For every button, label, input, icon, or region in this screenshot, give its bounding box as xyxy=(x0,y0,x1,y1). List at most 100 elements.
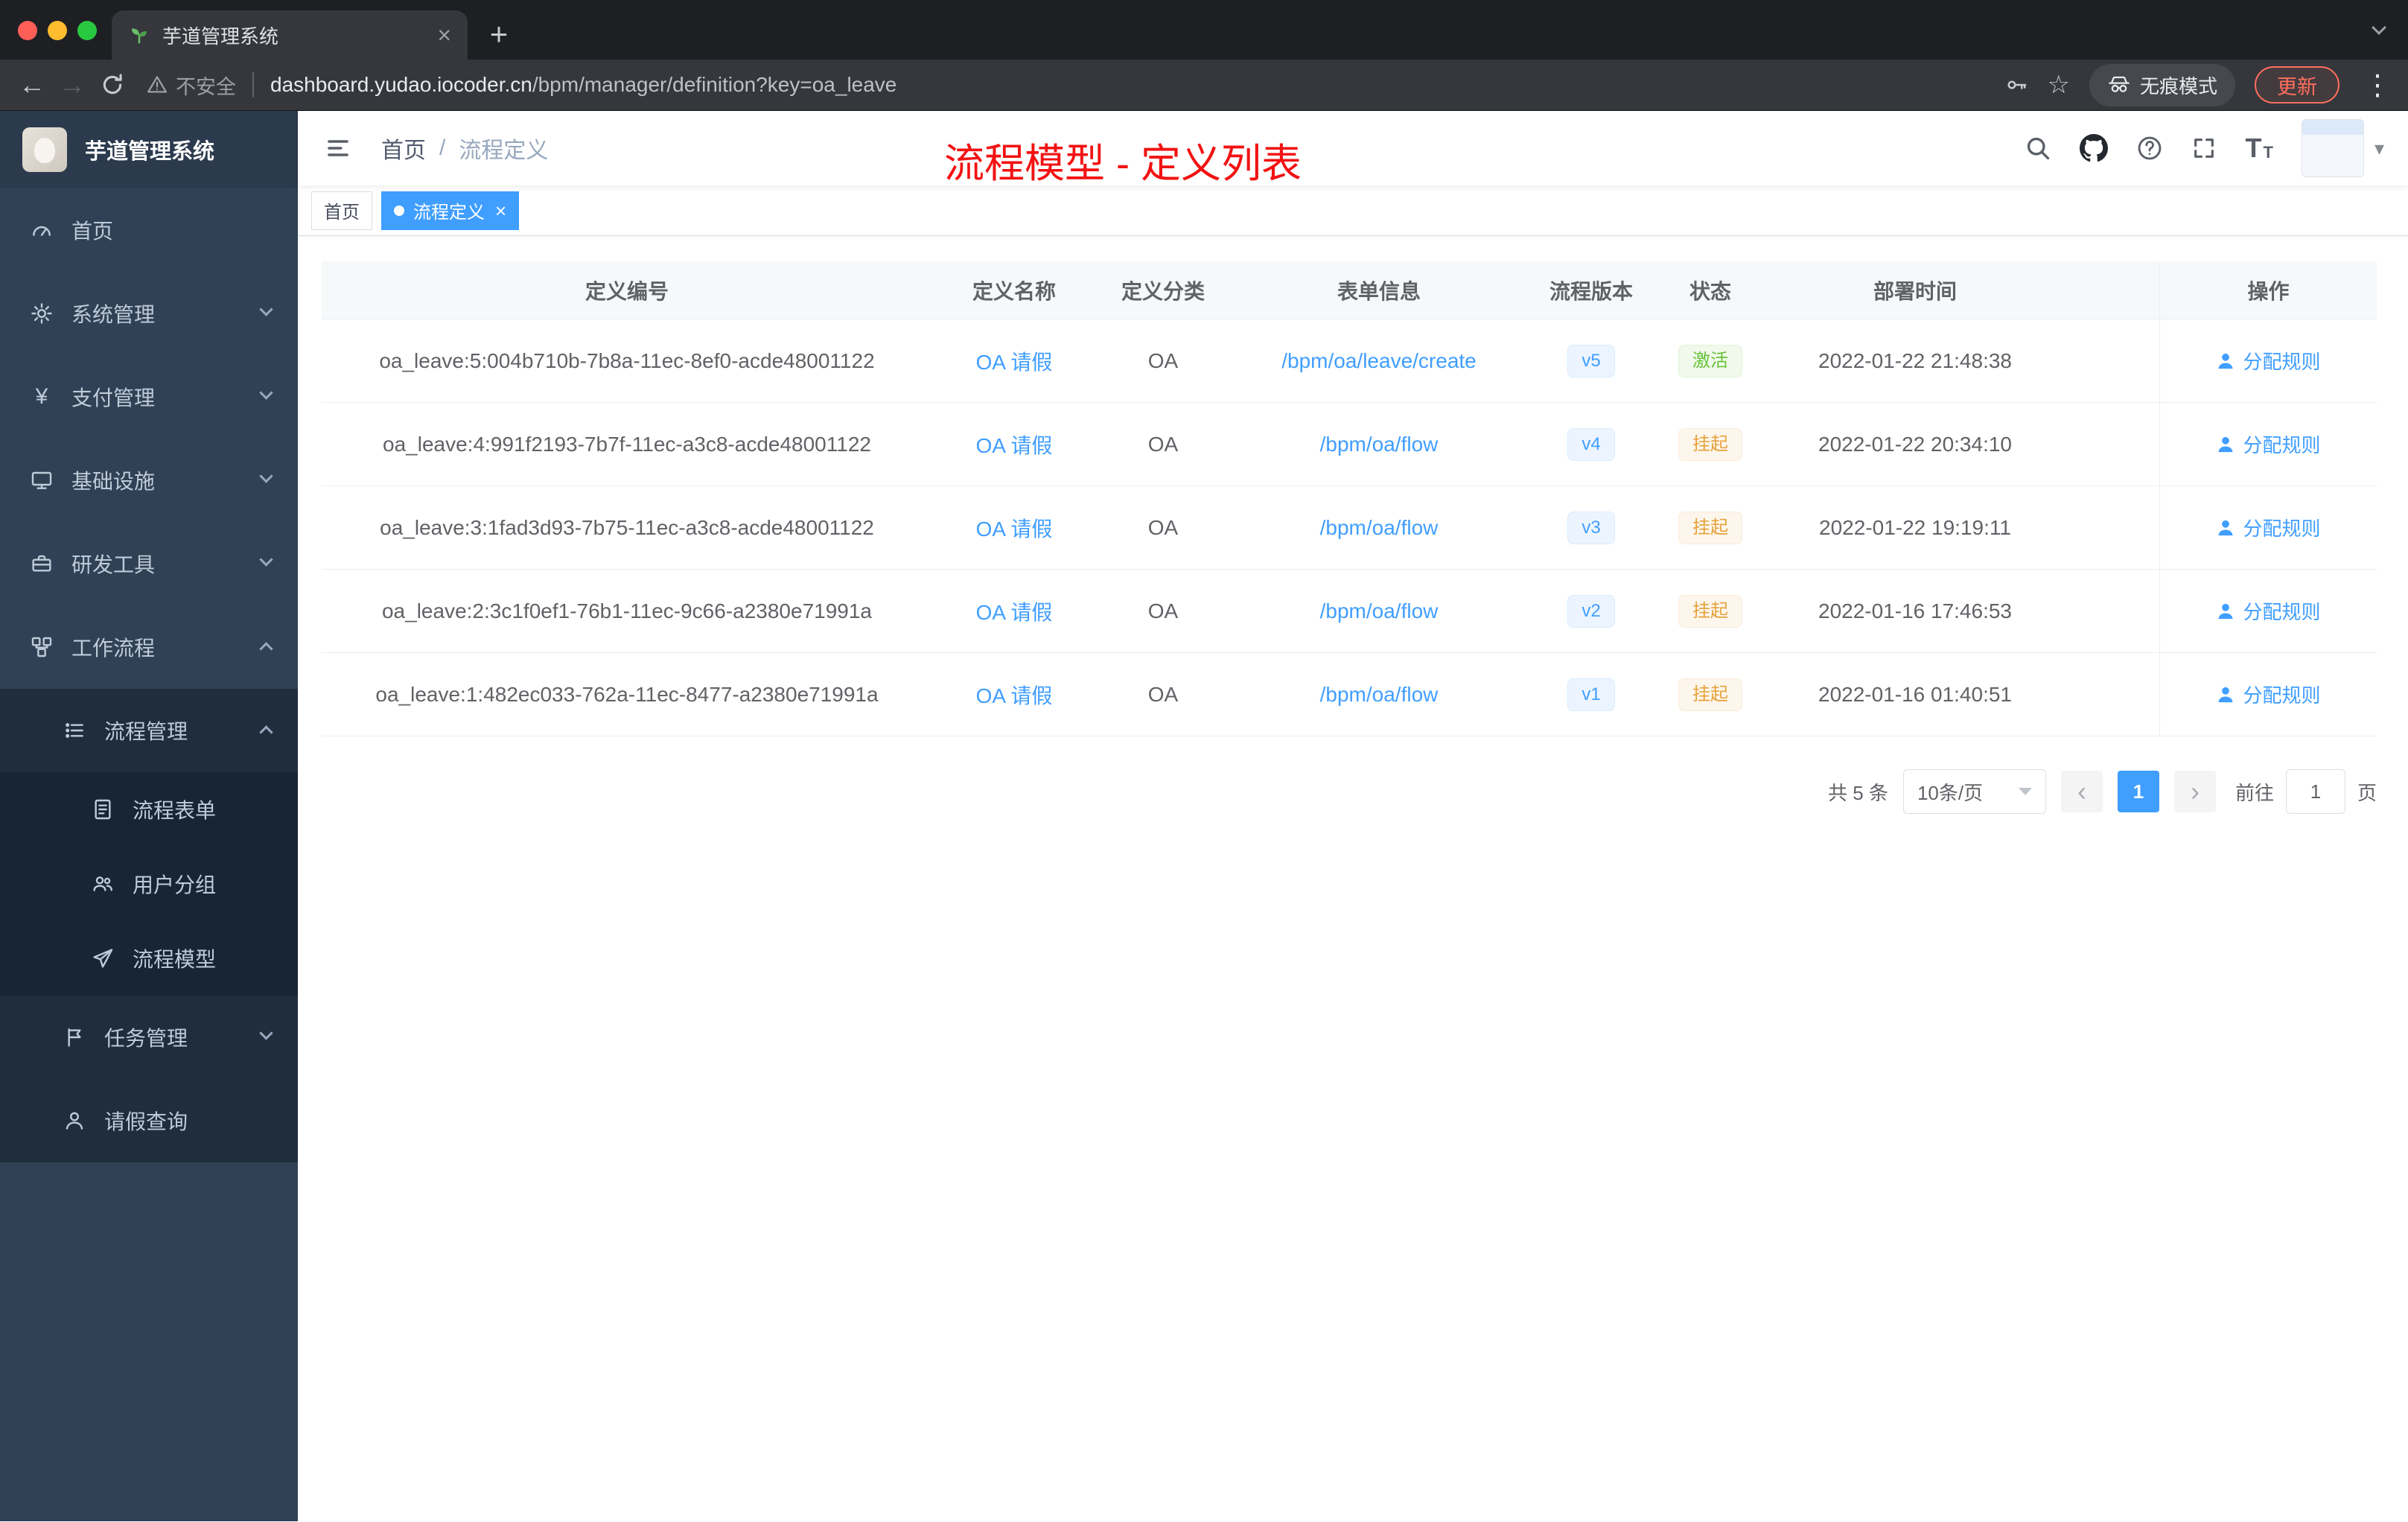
sidebar-item-task-management[interactable]: 任务管理 xyxy=(0,996,298,1079)
table-row: oa_leave:1:482ec033-762a-11ec-8477-a2380… xyxy=(322,653,2377,736)
security-status[interactable]: 不安全 xyxy=(146,71,236,100)
sidebar-item-process-model[interactable]: 流程模型 xyxy=(0,921,298,996)
fullscreen-icon[interactable] xyxy=(2191,136,2217,161)
key-icon[interactable] xyxy=(2004,73,2028,97)
sidebar-item-infra[interactable]: 基础设施 xyxy=(0,439,298,522)
assign-rule-link[interactable]: 分配规则 xyxy=(2216,681,2321,708)
page-size-value: 10条/页 xyxy=(1917,781,1984,804)
github-icon[interactable] xyxy=(2080,134,2109,162)
tag-process-definition[interactable]: 流程定义 × xyxy=(381,191,520,230)
sidebar-logo[interactable]: 芋道管理系统 xyxy=(0,111,298,188)
new-tab-button[interactable]: + xyxy=(477,12,521,57)
sidebar-item-leave-query[interactable]: 请假查询 xyxy=(0,1079,298,1162)
sidebar-item-workflow[interactable]: 工作流程 xyxy=(0,605,298,689)
sidebar-item-user-group[interactable]: 用户分组 xyxy=(0,847,298,921)
warning-icon xyxy=(147,76,167,93)
definition-name-link[interactable]: OA 请假 xyxy=(976,596,1053,626)
font-size-icon[interactable]: TT xyxy=(2245,135,2272,162)
page-1-button[interactable]: 1 xyxy=(2117,771,2159,812)
cell-deploy-time: 2022-01-16 01:40:51 xyxy=(1818,682,2012,706)
status-badge: 激活 xyxy=(1678,344,1742,378)
sidebar-item-home[interactable]: 首页 xyxy=(0,188,298,272)
caret-down-icon: ▾ xyxy=(2374,136,2384,159)
sidebar-item-payment[interactable]: ¥ 支付管理 xyxy=(0,355,298,439)
cell-definition-id: oa_leave:2:3c1f0ef1-76b1-11ec-9c66-a2380… xyxy=(381,599,872,623)
tags-view: 首页 流程定义 × xyxy=(298,185,2408,236)
incognito-icon xyxy=(2109,76,2130,92)
breadcrumb-home[interactable]: 首页 xyxy=(381,132,426,165)
sidebar-item-process-management[interactable]: 流程管理 xyxy=(0,689,298,772)
active-dot xyxy=(394,205,404,216)
favicon-icon xyxy=(132,28,147,44)
paper-plane-icon xyxy=(93,949,113,968)
form-info-link[interactable]: /bpm/oa/flow xyxy=(1320,516,1439,540)
sidebar-collapse-button[interactable] xyxy=(322,132,354,165)
cell-category: OA xyxy=(1147,599,1179,623)
user-avatar[interactable]: ▾ xyxy=(2301,119,2384,177)
page-size-select[interactable]: 10条/页 xyxy=(1902,769,2046,814)
version-badge: v5 xyxy=(1567,344,1615,378)
assign-rule-link[interactable]: 分配规则 xyxy=(2216,597,2321,625)
chevron-down-icon xyxy=(259,1026,273,1040)
window-close-button[interactable] xyxy=(18,21,37,40)
cell-definition-id: oa_leave:5:004b710b-7b8a-11ec-8ef0-acde4… xyxy=(379,348,875,372)
tab-search-icon[interactable] xyxy=(2372,20,2389,37)
reload-button[interactable] xyxy=(92,65,133,105)
col-actions: 操作 xyxy=(2159,261,2377,319)
assign-rule-label: 分配规则 xyxy=(2243,518,2321,540)
next-page-button[interactable]: › xyxy=(2173,771,2216,812)
sidebar-item-system[interactable]: 系统管理 xyxy=(0,272,298,355)
gear-icon xyxy=(31,303,52,324)
definition-name-link[interactable]: OA 请假 xyxy=(976,430,1053,459)
chevron-down-icon xyxy=(259,386,273,400)
forward-button[interactable]: → xyxy=(52,65,92,105)
url-text: dashboard.yudao.iocoder.cn/bpm/manager/d… xyxy=(270,73,896,97)
pagination: 共 5 条 10条/页 ‹ 1 › 前往 页 xyxy=(322,769,2377,814)
app-window: 芋道管理系统 首页 系统管理 ¥ 支付管理 基础设施 研发工具 工作流程 流程管… xyxy=(0,111,2408,1521)
window-minimize-button[interactable] xyxy=(48,21,67,40)
help-icon[interactable] xyxy=(2136,135,2163,162)
goto-page-input[interactable] xyxy=(2285,769,2345,814)
window-zoom-button[interactable] xyxy=(77,21,97,40)
definition-name-link[interactable]: OA 请假 xyxy=(976,346,1053,376)
sidebar-item-devtools[interactable]: 研发工具 xyxy=(0,522,298,605)
chevron-down-icon xyxy=(259,469,273,483)
form-info-link[interactable]: /bpm/oa/flow xyxy=(1320,683,1439,707)
tag-home[interactable]: 首页 xyxy=(311,191,372,230)
breadcrumb-current: 流程定义 xyxy=(459,138,549,163)
breadcrumb-separator: / xyxy=(439,136,446,160)
form-info-link[interactable]: /bpm/oa/flow xyxy=(1320,599,1439,623)
address-bar[interactable]: 不安全 dashboard.yudao.iocoder.cn/bpm/manag… xyxy=(146,71,1990,100)
search-icon[interactable] xyxy=(2025,135,2051,162)
cell-deploy-time: 2022-01-22 20:34:10 xyxy=(1818,432,2012,456)
sidebar-item-label: 流程模型 xyxy=(133,948,217,971)
cell-category: OA xyxy=(1147,682,1179,706)
back-button[interactable]: ← xyxy=(12,65,52,105)
definition-name-link[interactable]: OA 请假 xyxy=(976,680,1053,710)
col-status: 状态 xyxy=(1689,279,1731,303)
tab-close-icon[interactable]: × xyxy=(437,23,451,47)
definition-name-link[interactable]: OA 请假 xyxy=(976,513,1053,543)
browser-tab-strip: 芋道管理系统 × + xyxy=(0,0,2408,60)
cell-deploy-time: 2022-01-22 21:48:38 xyxy=(1818,348,2012,372)
browser-tab[interactable]: 芋道管理系统 × xyxy=(112,10,468,60)
form-info-link[interactable]: /bpm/oa/flow xyxy=(1320,433,1439,456)
assign-rule-link[interactable]: 分配规则 xyxy=(2216,347,2321,375)
cell-definition-id: oa_leave:1:482ec033-762a-11ec-8477-a2380… xyxy=(375,682,879,706)
form-info-link[interactable]: /bpm/oa/leave/create xyxy=(1281,349,1477,373)
sidebar-item-process-form[interactable]: 流程表单 xyxy=(0,772,298,847)
url-path: /bpm/manager/definition?key=oa_leave xyxy=(532,73,897,96)
update-button[interactable]: 更新 xyxy=(2255,66,2339,104)
version-badge: v4 xyxy=(1567,427,1615,461)
browser-menu-icon[interactable]: ⋮ xyxy=(2359,69,2396,102)
sidebar: 芋道管理系统 首页 系统管理 ¥ 支付管理 基础设施 研发工具 工作流程 流程管… xyxy=(0,111,298,1521)
table-row: oa_leave:5:004b710b-7b8a-11ec-8ef0-acde4… xyxy=(322,319,2377,403)
table-row: oa_leave:2:3c1f0ef1-76b1-11ec-9c66-a2380… xyxy=(322,570,2377,653)
version-badge: v1 xyxy=(1567,678,1615,711)
tag-close-icon[interactable]: × xyxy=(495,201,506,220)
assign-rule-link[interactable]: 分配规则 xyxy=(2216,514,2321,541)
toolbox-icon xyxy=(32,555,51,572)
assign-rule-link[interactable]: 分配规则 xyxy=(2216,430,2321,458)
bookmark-star-icon[interactable]: ☆ xyxy=(2048,72,2070,98)
prev-page-button[interactable]: ‹ xyxy=(2060,771,2103,812)
